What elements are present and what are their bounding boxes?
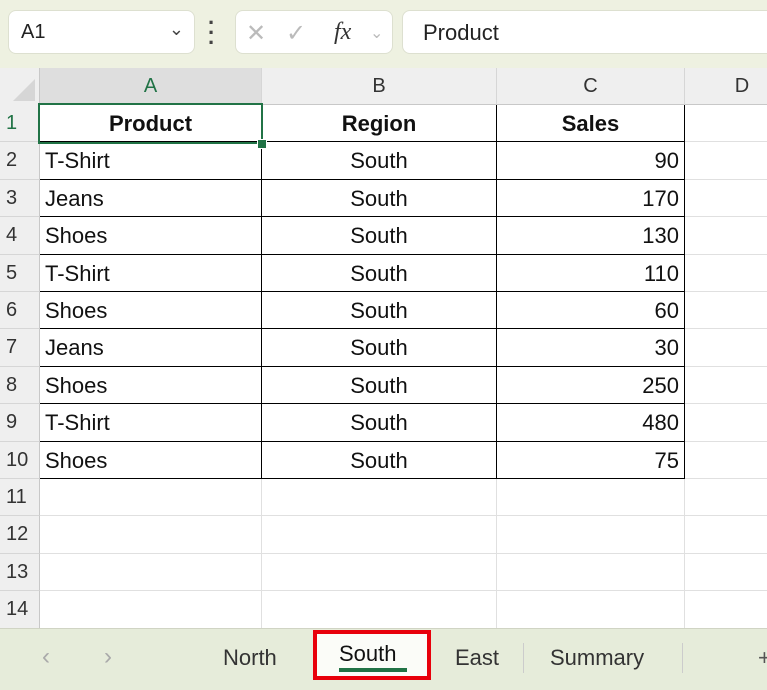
table-cell[interactable]: South — [262, 180, 497, 217]
scroll-right-icon[interactable]: › — [104, 643, 112, 671]
empty-cell[interactable] — [685, 105, 767, 142]
empty-cell[interactable] — [685, 479, 767, 516]
empty-cell[interactable] — [262, 554, 497, 591]
empty-cell[interactable] — [685, 142, 767, 179]
tab-east[interactable]: East — [455, 645, 499, 671]
row-header[interactable]: 13 — [0, 554, 40, 591]
table-cell[interactable]: 30 — [497, 329, 685, 366]
table-cell[interactable]: T-Shirt — [40, 255, 262, 292]
table-cell[interactable]: Jeans — [40, 180, 262, 217]
sheet-tab-bar: ‹ › North South East Summary + — [0, 628, 767, 690]
table-cell[interactable]: 75 — [497, 442, 685, 479]
column-header-a[interactable]: A — [40, 68, 262, 105]
tab-south-label: South — [339, 641, 397, 667]
table-cell[interactable]: 90 — [497, 142, 685, 179]
table-cell[interactable]: 480 — [497, 404, 685, 441]
row-header[interactable]: 1 — [0, 105, 40, 142]
table-cell[interactable]: 130 — [497, 217, 685, 254]
tab-divider — [523, 643, 524, 673]
empty-cell[interactable] — [685, 180, 767, 217]
table-cell[interactable]: 170 — [497, 180, 685, 217]
fill-handle[interactable] — [257, 139, 267, 149]
empty-cell[interactable] — [685, 329, 767, 366]
formula-bar-area: A1 ⌄ ··· ✕ ✓ fx ⌄ Product — [0, 0, 767, 68]
empty-cell[interactable] — [685, 255, 767, 292]
empty-cell[interactable] — [40, 554, 262, 591]
row-header[interactable]: 3 — [0, 180, 40, 217]
empty-cell[interactable] — [262, 591, 497, 628]
empty-cell[interactable] — [497, 479, 685, 516]
select-all-button[interactable] — [0, 68, 40, 105]
formula-controls: ✕ ✓ fx ⌄ — [235, 10, 393, 54]
row-header[interactable]: 9 — [0, 404, 40, 441]
table-cell[interactable]: South — [262, 442, 497, 479]
formula-input[interactable]: Product — [402, 10, 767, 54]
table-cell[interactable]: Shoes — [40, 292, 262, 329]
header-cell[interactable]: Product — [40, 105, 262, 142]
active-tab-underline — [339, 668, 407, 672]
empty-cell[interactable] — [262, 479, 497, 516]
empty-cell[interactable] — [40, 591, 262, 628]
column-header-b[interactable]: B — [262, 68, 497, 105]
empty-cell[interactable] — [685, 404, 767, 441]
table-cell[interactable]: 110 — [497, 255, 685, 292]
table-cell[interactable]: Shoes — [40, 217, 262, 254]
table-cell[interactable]: South — [262, 292, 497, 329]
more-options-icon[interactable]: ··· — [208, 18, 215, 48]
chevron-down-icon[interactable]: ⌄ — [370, 23, 383, 43]
empty-cell[interactable] — [40, 516, 262, 553]
table-cell[interactable]: South — [262, 367, 497, 404]
empty-cell[interactable] — [40, 479, 262, 516]
table-cell[interactable]: South — [262, 142, 497, 179]
table-cell[interactable]: Shoes — [40, 367, 262, 404]
insert-function-icon[interactable]: fx — [334, 19, 351, 46]
row-header[interactable]: 7 — [0, 329, 40, 366]
scroll-left-icon[interactable]: ‹ — [42, 643, 50, 671]
empty-cell[interactable] — [685, 554, 767, 591]
row-header[interactable]: 14 — [0, 591, 40, 628]
column-header-c[interactable]: C — [497, 68, 685, 105]
column-header-d[interactable]: D — [685, 68, 767, 105]
chevron-down-icon[interactable]: ⌄ — [169, 19, 184, 40]
tab-north[interactable]: North — [223, 645, 277, 671]
empty-cell[interactable] — [685, 217, 767, 254]
confirm-icon[interactable]: ✓ — [286, 19, 306, 48]
row-header[interactable]: 6 — [0, 292, 40, 329]
row-header[interactable]: 11 — [0, 479, 40, 516]
add-sheet-icon[interactable]: + — [758, 645, 767, 671]
empty-cell[interactable] — [497, 554, 685, 591]
table-cell[interactable]: South — [262, 404, 497, 441]
empty-cell[interactable] — [685, 442, 767, 479]
row-header[interactable]: 12 — [0, 516, 40, 553]
empty-cell[interactable] — [685, 292, 767, 329]
name-box[interactable]: A1 ⌄ — [8, 10, 195, 54]
empty-cell[interactable] — [685, 591, 767, 628]
table-cell[interactable]: 250 — [497, 367, 685, 404]
table-cell[interactable]: South — [262, 255, 497, 292]
table-cell[interactable]: Shoes — [40, 442, 262, 479]
header-cell[interactable]: Region — [262, 105, 497, 142]
table-cell[interactable]: 60 — [497, 292, 685, 329]
header-cell[interactable]: Sales — [497, 105, 685, 142]
row-header[interactable]: 5 — [0, 255, 40, 292]
table-cell[interactable]: T-Shirt — [40, 404, 262, 441]
empty-cell[interactable] — [262, 516, 497, 553]
table-cell[interactable]: South — [262, 329, 497, 366]
empty-cell[interactable] — [497, 591, 685, 628]
row-header[interactable]: 2 — [0, 142, 40, 179]
table-cell[interactable]: South — [262, 217, 497, 254]
empty-cell[interactable] — [685, 516, 767, 553]
tab-divider — [682, 643, 683, 673]
empty-cell[interactable] — [497, 516, 685, 553]
row-header[interactable]: 4 — [0, 217, 40, 254]
tab-south[interactable]: South — [313, 630, 431, 680]
cancel-icon[interactable]: ✕ — [246, 19, 266, 48]
empty-cell[interactable] — [685, 367, 767, 404]
row-header[interactable]: 8 — [0, 367, 40, 404]
tab-summary[interactable]: Summary — [550, 645, 644, 671]
table-cell[interactable]: Jeans — [40, 329, 262, 366]
row-header[interactable]: 10 — [0, 442, 40, 479]
name-box-value: A1 — [21, 21, 45, 43]
table-cell[interactable]: T-Shirt — [40, 142, 262, 179]
